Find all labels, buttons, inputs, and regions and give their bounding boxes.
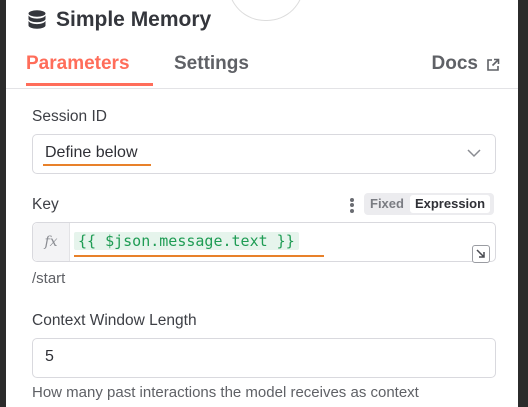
key-expression-editor[interactable]: fx {{ $json.message.text }} [32, 222, 496, 263]
panel-header: Simple Memory Parameters Settings Docs [6, 0, 518, 89]
node-title: Simple Memory [28, 6, 211, 34]
database-icon [28, 10, 46, 30]
docs-link[interactable]: Docs [432, 50, 500, 86]
session-id-select[interactable]: Define below [32, 134, 496, 174]
mode-fixed-option[interactable]: Fixed [370, 196, 404, 211]
tab-parameters[interactable]: Parameters [26, 50, 153, 86]
tab-bar: Parameters Settings Docs [6, 50, 518, 88]
context-window-label: Context Window Length [32, 312, 197, 329]
context-window-value: 5 [45, 348, 54, 365]
highlight-underline [43, 164, 151, 166]
docs-link-label: Docs [431, 53, 478, 74]
highlight-underline [74, 255, 324, 257]
context-window-input[interactable]: 5 [32, 338, 496, 378]
session-id-label: Session ID [32, 108, 107, 125]
expand-editor-icon[interactable] [472, 245, 490, 263]
tab-settings[interactable]: Settings [174, 50, 249, 86]
key-expression-text: {{ $json.message.text }} [74, 232, 299, 250]
node-title-text: Simple Memory [56, 8, 212, 31]
fixed-expression-toggle: Fixed Expression [364, 193, 494, 215]
scrollbar[interactable] [518, 0, 528, 407]
mode-expression-option[interactable]: Expression [410, 195, 490, 213]
options-menu-icon[interactable] [349, 196, 355, 214]
expression-preview: /start [32, 270, 66, 287]
chevron-down-icon [467, 149, 481, 158]
context-window-hint: How many past interactions the model rec… [32, 384, 419, 401]
external-link-icon [487, 58, 500, 71]
session-id-value: Define below [45, 144, 138, 161]
key-label: Key [32, 196, 59, 213]
node-parameters-panel: Simple Memory Parameters Settings Docs S… [6, 0, 518, 407]
fx-icon: fx [33, 223, 70, 261]
